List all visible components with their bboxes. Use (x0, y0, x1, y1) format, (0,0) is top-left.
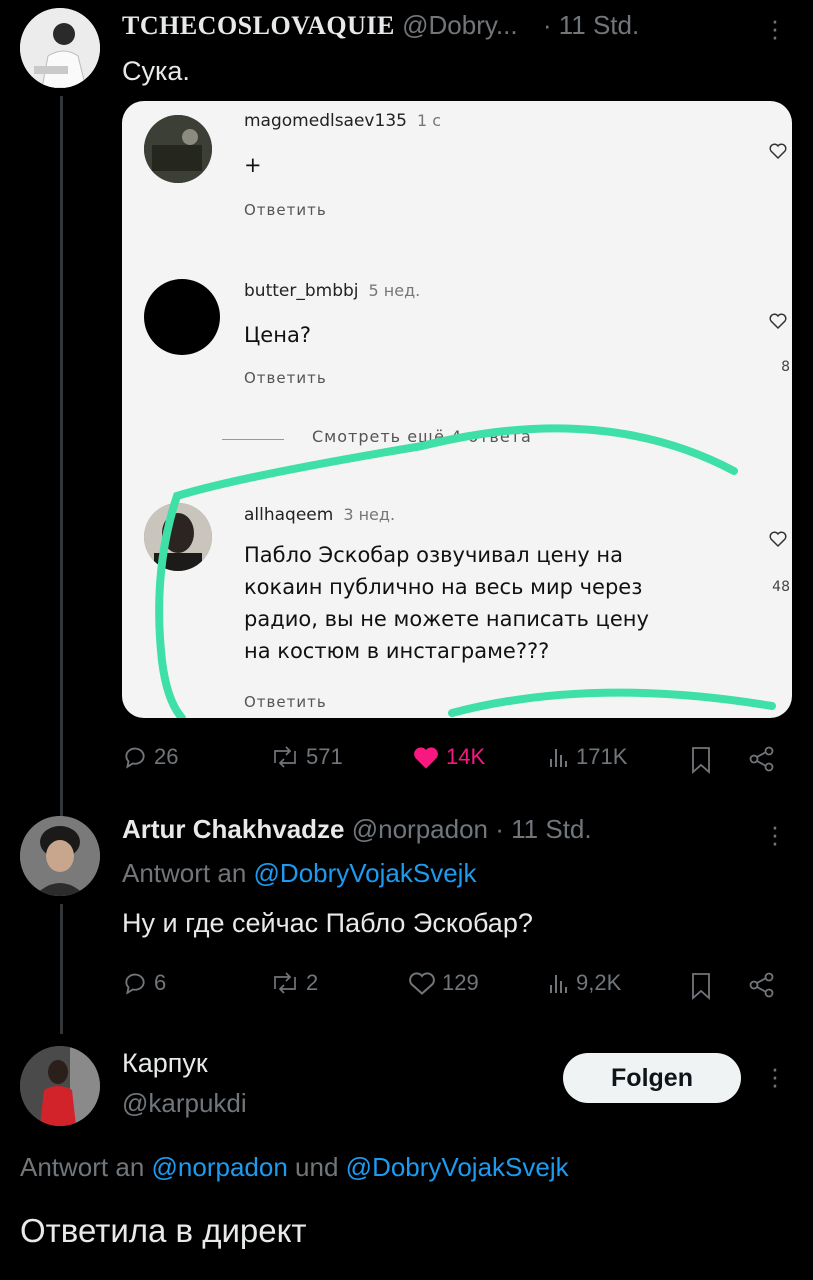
reply-button[interactable]: 26 (122, 744, 178, 770)
like-button[interactable]: 14K (412, 744, 485, 770)
thread-line (60, 96, 63, 834)
views-count: 9,2K (576, 970, 622, 995)
retweet-button[interactable]: 2 (270, 970, 318, 996)
reply-prefix: Antwort an (20, 1152, 145, 1182)
reply-context: Antwort an @norpadon und @DobryVojakSvej… (20, 1152, 569, 1183)
bookmark-icon[interactable] (690, 746, 712, 774)
mention-link[interactable]: @DobryVojakSvejk (254, 858, 477, 888)
thread-line (60, 904, 63, 1034)
share-icon[interactable] (748, 971, 776, 999)
reply-context: Antwort an @DobryVojakSvejk (122, 858, 476, 889)
views-icon (550, 749, 567, 767)
reply-icon (125, 747, 145, 769)
embedded-image[interactable]: magomedlsaev135 1 с + Ответить butter_bmb… (122, 101, 792, 718)
mention-link[interactable]: @DobryVojakSvejk (346, 1152, 569, 1182)
tweet-header: Artur Chakhvadze @norpadon · 11 Std. (122, 814, 592, 845)
bookmark-icon[interactable] (690, 972, 712, 1000)
reply-prefix: Antwort an (122, 858, 247, 888)
tweet-header: TCHECOSLOVAQUIE @Dobry... · 11 Std. (122, 10, 639, 41)
handle[interactable]: @karpukdi (122, 1088, 247, 1119)
reply-button[interactable]: 6 (122, 970, 166, 996)
share-icon[interactable] (748, 745, 776, 773)
display-name[interactable]: Artur Chakhvadze (122, 814, 345, 844)
retweet-count: 2 (306, 970, 319, 995)
reply-icon (125, 973, 145, 995)
display-name[interactable]: TCHECOSLOVAQUIE (122, 11, 395, 40)
timestamp[interactable]: · 11 Std. (495, 814, 591, 844)
heart-filled-icon (414, 747, 438, 769)
retweet-count: 571 (306, 744, 343, 769)
views-button[interactable]: 171K (548, 744, 627, 770)
reply-count: 6 (154, 970, 167, 995)
retweet-button[interactable]: 571 (270, 744, 343, 770)
reply-conjunction: und (295, 1152, 339, 1182)
handle[interactable]: @norpadon (352, 814, 488, 844)
avatar[interactable] (20, 8, 100, 88)
mention-link[interactable]: @norpadon (152, 1152, 288, 1182)
views-icon (550, 975, 567, 993)
more-options-icon[interactable]: · · · (770, 1055, 780, 1097)
handle[interactable]: @Dobry... (402, 10, 518, 40)
more-options-icon[interactable]: · · · (770, 813, 780, 855)
tweet-text: Ну и где сейчас Пабло Эскобар? (122, 908, 533, 938)
tweet-text: Сука. (122, 56, 190, 86)
heart-outline-icon (409, 972, 435, 995)
avatar[interactable] (20, 1046, 100, 1126)
follow-button[interactable]: Folgen (563, 1053, 741, 1103)
views-button[interactable]: 9,2K (548, 970, 621, 996)
more-options-icon[interactable]: · · · (770, 7, 780, 49)
like-count: 14K (446, 744, 486, 769)
tweet-text: Ответила в директ (20, 1212, 307, 1249)
highlight-scribble (155, 424, 776, 718)
like-button[interactable]: 129 (408, 970, 479, 996)
display-name[interactable]: Карпук (122, 1048, 208, 1079)
avatar[interactable] (20, 816, 100, 896)
retweet-icon (274, 972, 296, 994)
like-count: 129 (442, 970, 479, 995)
views-count: 171K (576, 744, 628, 769)
retweet-icon (274, 746, 296, 768)
reply-count: 26 (154, 744, 179, 769)
timestamp[interactable]: · 11 Std. (543, 10, 639, 40)
